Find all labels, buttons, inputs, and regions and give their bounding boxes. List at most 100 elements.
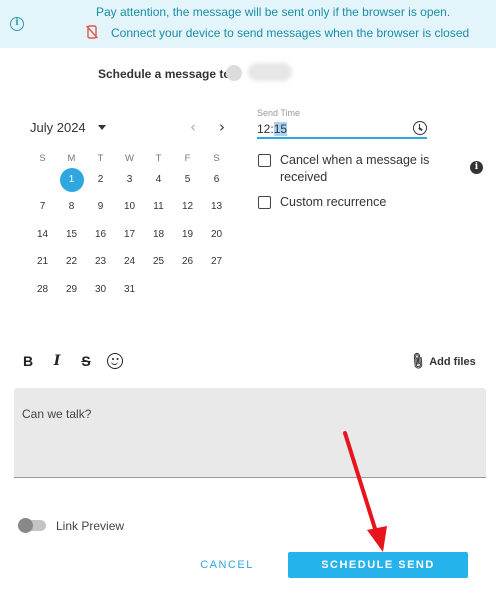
strikethrough-button[interactable]: S (78, 353, 94, 369)
add-files-button[interactable]: 📎︎Add files (407, 351, 475, 372)
calendar-cell: 31 (115, 278, 144, 302)
message-textarea[interactable]: Can we talk? (14, 388, 486, 478)
calendar-day[interactable]: 10 (118, 195, 142, 219)
custom-recurrence-checkbox[interactable] (258, 196, 271, 209)
message-text[interactable]: Can we talk? (22, 407, 91, 421)
calendar-day[interactable]: 20 (205, 223, 229, 247)
calendar-cell: 16 (86, 223, 115, 247)
calendar-cell: 9 (86, 195, 115, 219)
calendar-cell: 22 (57, 250, 86, 274)
custom-recurrence-label[interactable]: Custom recurrence (280, 194, 386, 211)
calendar-cell: 29 (57, 278, 86, 302)
calendar-cell: 27 (202, 250, 231, 274)
calendar-cell: 7 (28, 195, 57, 219)
caret-down-icon[interactable] (98, 125, 106, 130)
calendar-day[interactable]: 18 (147, 223, 171, 247)
calendar-cell: 26 (173, 250, 202, 274)
send-time-input[interactable]: 12:15 (257, 119, 427, 139)
contact-name-redacted (248, 63, 292, 81)
send-time-value[interactable]: 12:15 (257, 122, 288, 136)
cancel-when-received-checkbox[interactable] (258, 154, 271, 167)
banner-connect-text: Connect your device to send messages whe… (111, 26, 470, 40)
calendar-day[interactable]: 2 (89, 168, 113, 192)
calendar-day[interactable]: 7 (31, 195, 55, 219)
paperclip-icon: 📎︎ (407, 350, 428, 372)
calendar-day[interactable]: 31 (118, 278, 142, 302)
calendar-cell: 21 (28, 250, 57, 274)
clock-icon[interactable] (413, 121, 427, 135)
calendar-day[interactable]: 6 (205, 168, 229, 192)
calendar-day[interactable]: 26 (176, 250, 200, 274)
calendar-cell: 24 (115, 250, 144, 274)
calendar-day[interactable]: 16 (89, 223, 113, 247)
calendar-day[interactable]: 11 (147, 195, 171, 219)
custom-recurrence-option[interactable]: Custom recurrence (258, 194, 386, 211)
weekday-label: S (213, 152, 220, 164)
calendar-cell: 17 (115, 223, 144, 247)
emoji-icon[interactable] (107, 353, 123, 369)
bold-button[interactable]: B (20, 353, 36, 369)
calendar-cell: 12 (173, 195, 202, 219)
weekday-label: M (67, 152, 76, 164)
calendar-day[interactable]: 27 (205, 250, 229, 274)
link-preview-toggle[interactable] (18, 518, 46, 533)
calendar-day[interactable]: 8 (60, 195, 84, 219)
calendar-day[interactable]: 3 (118, 168, 142, 192)
calendar-day[interactable]: 9 (89, 195, 113, 219)
calendar-cell: 23 (86, 250, 115, 274)
calendar-cell: 30 (86, 278, 115, 302)
cancel-when-received-label[interactable]: Cancel when a message is received (280, 152, 446, 186)
link-preview-label: Link Preview (56, 519, 125, 533)
calendar-day[interactable]: 28 (31, 278, 55, 302)
calendar-day[interactable]: 17 (118, 223, 142, 247)
calendar-day-selected[interactable]: 1 (59, 167, 84, 192)
chevron-left-icon[interactable]: ‹ (186, 119, 200, 135)
calendar-day[interactable]: 25 (147, 250, 171, 274)
calendar-week-row: 21 22 23 24 25 26 27 (28, 249, 231, 277)
italic-button[interactable]: I (49, 353, 65, 369)
banner-warning-text: Pay attention, the message will be sent … (96, 5, 451, 19)
calendar-day[interactable]: 5 (176, 168, 200, 192)
calendar-cell: 1 (57, 167, 86, 192)
calendar-day[interactable]: 22 (60, 250, 84, 274)
calendar-week-row: 123456 (28, 166, 231, 194)
weekday-label: T (97, 152, 104, 164)
info-icon[interactable]: i (470, 161, 483, 174)
month-select[interactable]: July 2024 (30, 120, 86, 135)
calendar-day[interactable]: 24 (118, 250, 142, 274)
send-time-label: Send Time (257, 108, 301, 118)
schedule-to-label: Schedule a message to (98, 67, 231, 81)
calendar-cell: 2 (86, 168, 115, 192)
calendar-cell: 13 (202, 195, 231, 219)
weekday-label: W (125, 152, 134, 164)
calendar-day[interactable]: 19 (176, 223, 200, 247)
weekday-label: F (184, 152, 191, 164)
schedule-send-button[interactable]: SCHEDULE SEND (288, 552, 468, 578)
calendar-day[interactable]: 13 (205, 195, 229, 219)
calendar-cell: 28 (28, 278, 57, 302)
calendar-day[interactable]: 15 (60, 223, 84, 247)
chevron-right-icon[interactable]: › (215, 119, 229, 135)
calendar-day[interactable]: 23 (89, 250, 113, 274)
calendar-day[interactable]: 12 (176, 195, 200, 219)
calendar-grid: S M T W T F S 1 2 3 4 5 6 7 8 9 10 11 12 13 14 15 16 17 1… (28, 150, 231, 304)
calendar-cell: 3 (115, 168, 144, 192)
weekday-header-row: S M T W T F S (28, 150, 231, 166)
calendar-day[interactable]: 21 (31, 250, 55, 274)
calendar-weeks: 1 2 3 4 5 6 7 8 9 10 11 12 13 14 15 16 17 18 19 20 21 22 23 24 2… (28, 166, 231, 304)
calendar-day[interactable]: 14 (31, 223, 55, 247)
calendar-cell: 25 (144, 250, 173, 274)
calendar-day[interactable]: 4 (147, 168, 171, 192)
calendar-cell: 18 (144, 223, 173, 247)
avatar (226, 65, 242, 81)
calendar-day[interactable]: 30 (89, 278, 113, 302)
calendar-week-row: 14 15 16 17 18 19 20 (28, 221, 231, 249)
calendar-day[interactable]: 29 (60, 278, 84, 302)
calendar-cell: 5 (173, 168, 202, 192)
calendar-cell: 15 (57, 223, 86, 247)
calendar-week-row: 7 8 9 10 11 12 13 (28, 194, 231, 222)
calendar-cell: 11 (144, 195, 173, 219)
cancel-button[interactable]: CANCEL (192, 552, 262, 578)
browser-warning-banner: i Pay attention, the message will be sen… (0, 0, 496, 48)
cancel-when-received-option[interactable]: Cancel when a message is received (258, 152, 446, 186)
